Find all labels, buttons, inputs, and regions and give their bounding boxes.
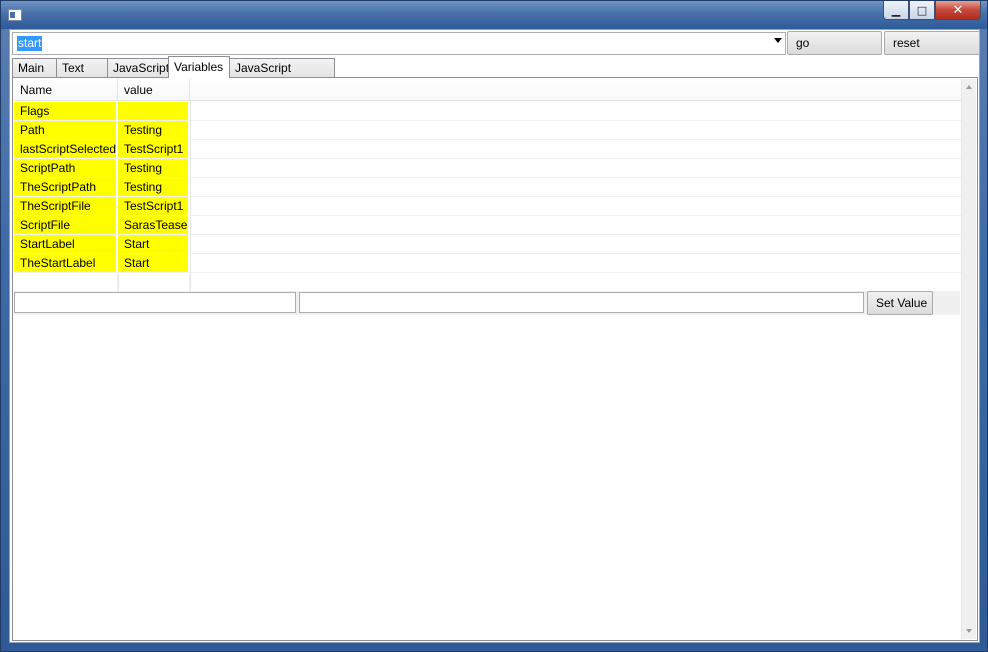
title-bar[interactable]: ▁ □ ✕: [1, 1, 987, 29]
variable-value-input[interactable]: [299, 292, 864, 313]
edit-row: Set Value: [14, 291, 960, 315]
cell-value[interactable]: TestScript1: [118, 197, 188, 215]
cell-name[interactable]: TheScriptPath: [14, 178, 116, 196]
cell-value[interactable]: Testing: [118, 159, 188, 177]
client-area: start go reset Main Text JavaScript Vari…: [9, 29, 980, 643]
table-row[interactable]: ScriptFile SarasTease: [14, 216, 961, 235]
tab-javascript-console[interactable]: JavaScript Console: [229, 58, 335, 93]
table-body: Flags Path Testing lastScriptSelected Te…: [14, 102, 961, 291]
minimize-icon: ▁: [891, 3, 901, 17]
scroll-down-icon[interactable]: [966, 629, 972, 633]
variable-name-input[interactable]: [14, 292, 296, 313]
cell-name[interactable]: lastScriptSelected: [14, 140, 116, 158]
cell-name[interactable]: Flags: [14, 102, 116, 120]
chevron-down-icon[interactable]: [774, 38, 782, 43]
combo-value[interactable]: start: [17, 36, 43, 51]
cell-name[interactable]: TheStartLabel: [14, 254, 116, 272]
table-row-empty: [14, 273, 961, 291]
scroll-up-icon[interactable]: [966, 85, 972, 89]
table-row[interactable]: StartLabel Start: [14, 235, 961, 254]
reset-button[interactable]: reset: [884, 31, 980, 55]
app-icon: [8, 9, 22, 21]
cell-value[interactable]: TestScript1: [118, 140, 188, 158]
cell-name[interactable]: ScriptPath: [14, 159, 116, 177]
tab-variables[interactable]: Variables: [168, 56, 230, 78]
variables-panel: Name value Flags Path Testing lastScript…: [12, 77, 978, 641]
table-row[interactable]: ScriptPath Testing: [14, 159, 961, 178]
table-row[interactable]: TheStartLabel Start: [14, 254, 961, 273]
app-window: ▁ □ ✕ start go reset Main Text JavaScrip…: [0, 0, 988, 652]
empty-cell: [14, 273, 118, 291]
cell-value[interactable]: SarasTease: [118, 216, 188, 234]
table-row[interactable]: Path Testing: [14, 121, 961, 140]
vertical-scrollbar[interactable]: [961, 79, 976, 639]
table-row[interactable]: lastScriptSelected TestScript1: [14, 140, 961, 159]
maximize-icon: □: [916, 3, 928, 17]
close-button[interactable]: ✕: [935, 1, 981, 20]
empty-cell: [118, 273, 190, 291]
table-row[interactable]: TheScriptPath Testing: [14, 178, 961, 197]
column-header-name[interactable]: Name: [14, 79, 118, 101]
cell-name[interactable]: StartLabel: [14, 235, 116, 253]
variables-table: Name value Flags Path Testing lastScript…: [14, 79, 961, 292]
table-header: Name value: [14, 79, 961, 101]
column-header-value[interactable]: value: [118, 79, 190, 101]
go-button[interactable]: go: [787, 31, 882, 55]
tab-text[interactable]: Text: [56, 58, 108, 77]
cell-name[interactable]: ScriptFile: [14, 216, 116, 234]
close-icon: ✕: [952, 2, 964, 18]
tab-strip: Main Text JavaScript Variables JavaScrip…: [12, 56, 335, 93]
tab-main[interactable]: Main: [12, 58, 57, 77]
cell-name[interactable]: TheScriptFile: [14, 197, 116, 215]
cell-value[interactable]: [118, 102, 188, 120]
script-combo[interactable]: start: [12, 32, 786, 55]
set-value-button[interactable]: Set Value: [867, 291, 933, 315]
cell-value[interactable]: Start: [118, 254, 188, 272]
cell-value[interactable]: Start: [118, 235, 188, 253]
table-row[interactable]: TheScriptFile TestScript1: [14, 197, 961, 216]
table-row[interactable]: Flags: [14, 102, 961, 121]
minimize-button[interactable]: ▁: [883, 1, 909, 20]
cell-value[interactable]: Testing: [118, 178, 188, 196]
caption-buttons: ▁ □ ✕: [883, 1, 981, 21]
tab-javascript[interactable]: JavaScript: [107, 58, 169, 77]
cell-name[interactable]: Path: [14, 121, 116, 139]
maximize-button[interactable]: □: [909, 1, 935, 20]
cell-value[interactable]: Testing: [118, 121, 188, 139]
